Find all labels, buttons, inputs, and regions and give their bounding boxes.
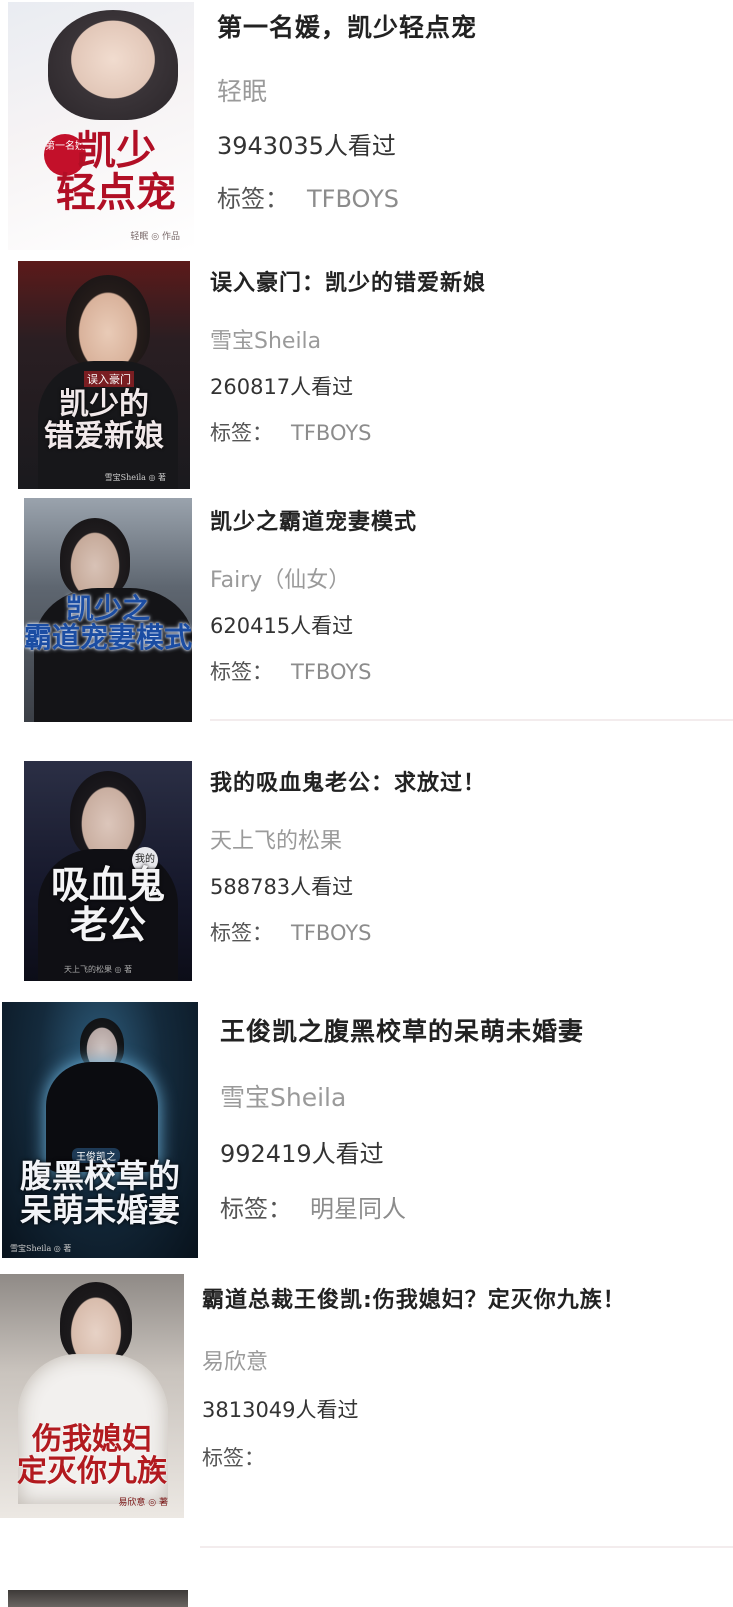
book-item[interactable]: 凯少之 霸道宠妻模式 凯少之霸道宠妻模式 Fairy（仙女） 620415人看过… — [0, 492, 733, 724]
book-views: 3943035人看过 — [217, 132, 396, 160]
tag-label: 标签： — [210, 421, 273, 445]
book-title[interactable]: 王俊凯之腹黑校草的呆萌未婚妻 — [220, 1012, 584, 1048]
book-item[interactable]: 我的 吸血鬼 老公 天上飞的松果 ◎ 著 我的吸血鬼老公：求放过！ 天上飞的松果… — [0, 755, 733, 985]
book-title[interactable]: 我的吸血鬼老公：求放过！ — [210, 765, 486, 797]
book-views: 3813049人看过 — [202, 1398, 359, 1422]
separator — [200, 1546, 733, 1548]
cover-title: 腹黑校草的 呆萌未婚妻 — [19, 1157, 180, 1229]
cover-figure — [60, 518, 130, 598]
cover-title: 凯少之 霸道宠妻模式 — [24, 592, 192, 655]
book-author[interactable]: Fairy（仙女） — [210, 562, 417, 594]
book-cover-partial[interactable] — [8, 1590, 188, 1607]
book-author[interactable]: 雪宝Sheila — [210, 323, 486, 355]
book-tag[interactable]: TFBOYS — [291, 421, 371, 445]
book-author[interactable]: 轻眠 — [217, 72, 477, 108]
separator — [210, 719, 733, 721]
tag-label: 标签： — [202, 1446, 265, 1470]
book-views: 620415人看过 — [210, 614, 354, 638]
cover-credit: 轻眠 ◎ 作品 — [130, 232, 180, 242]
book-views: 260817人看过 — [210, 375, 354, 399]
book-tag[interactable]: 明星同人 — [310, 1195, 406, 1223]
book-views: 588783人看过 — [210, 875, 354, 899]
cover-figure — [66, 275, 150, 371]
book-cover[interactable]: 我的 吸血鬼 老公 天上飞的松果 ◎ 著 — [24, 761, 192, 981]
cover-figure — [48, 10, 178, 120]
book-item[interactable]: 伤我媳妇 定灭你九族 易欣意 ◎ 著 霸道总裁王俊凯:伤我媳妇？定灭你九族！ 易… — [0, 1268, 733, 1523]
cover-subtitle: 误入豪门 — [84, 371, 134, 387]
book-title[interactable]: 霸道总裁王俊凯:伤我媳妇？定灭你九族！ — [202, 1282, 626, 1314]
tag-label: 标签： — [210, 660, 273, 684]
cover-credit: 雪宝Sheila ◎ 著 — [10, 1244, 72, 1253]
book-cover[interactable]: 误入豪门 凯少的 错爱新娘 雪宝Sheila ◎ 著 — [18, 261, 190, 489]
book-tag[interactable]: TFBOYS — [307, 185, 399, 213]
book-views: 992419人看过 — [220, 1140, 384, 1168]
cover-credit: 雪宝Sheila ◎ 著 — [104, 473, 166, 482]
cover-title: 伤我媳妇 定灭你九族 — [17, 1422, 167, 1489]
cover-title: 吸血鬼 老公 — [50, 862, 165, 947]
book-cover[interactable]: 王俊凯之 腹黑校草的 呆萌未婚妻 雪宝Sheila ◎ 著 — [2, 1002, 198, 1258]
book-author[interactable]: 易欣意 — [202, 1344, 626, 1376]
book-tag[interactable]: TFBOYS — [291, 660, 371, 684]
book-tag[interactable]: TFBOYS — [291, 921, 371, 945]
book-author[interactable]: 雪宝Sheila — [220, 1078, 584, 1114]
cover-credit: 天上飞的松果 ◎ 著 — [64, 965, 133, 974]
book-author[interactable]: 天上飞的松果 — [210, 823, 486, 855]
book-item[interactable]: 第一名媛 凯少 轻点宠 轻眠 ◎ 作品 第一名媛，凯少轻点宠 轻眠 394303… — [0, 0, 733, 252]
tag-label: 标签： — [210, 921, 273, 945]
book-title[interactable]: 凯少之霸道宠妻模式 — [210, 504, 417, 536]
book-item[interactable]: 误入豪门 凯少的 错爱新娘 雪宝Sheila ◎ 著 误入豪门：凯少的错爱新娘 … — [0, 255, 733, 490]
book-title[interactable]: 第一名媛，凯少轻点宠 — [217, 8, 477, 44]
book-item[interactable]: 王俊凯之 腹黑校草的 呆萌未婚妻 雪宝Sheila ◎ 著 王俊凯之腹黑校草的呆… — [0, 1000, 733, 1260]
book-cover[interactable]: 凯少之 霸道宠妻模式 — [24, 498, 192, 722]
cover-title: 凯少的 错爱新娘 — [44, 387, 164, 454]
cover-figure — [70, 771, 146, 859]
book-cover[interactable]: 伤我媳妇 定灭你九族 易欣意 ◎ 著 — [0, 1274, 184, 1518]
book-title[interactable]: 误入豪门：凯少的错爱新娘 — [210, 265, 486, 297]
cover-figure — [60, 1282, 132, 1364]
tag-label: 标签： — [220, 1195, 292, 1223]
cover-title: 凯少 轻点宠 — [56, 127, 176, 216]
book-cover[interactable]: 第一名媛 凯少 轻点宠 轻眠 ◎ 作品 — [8, 2, 194, 250]
cover-credit: 易欣意 ◎ 著 — [118, 1498, 168, 1508]
tag-label: 标签： — [217, 185, 289, 213]
